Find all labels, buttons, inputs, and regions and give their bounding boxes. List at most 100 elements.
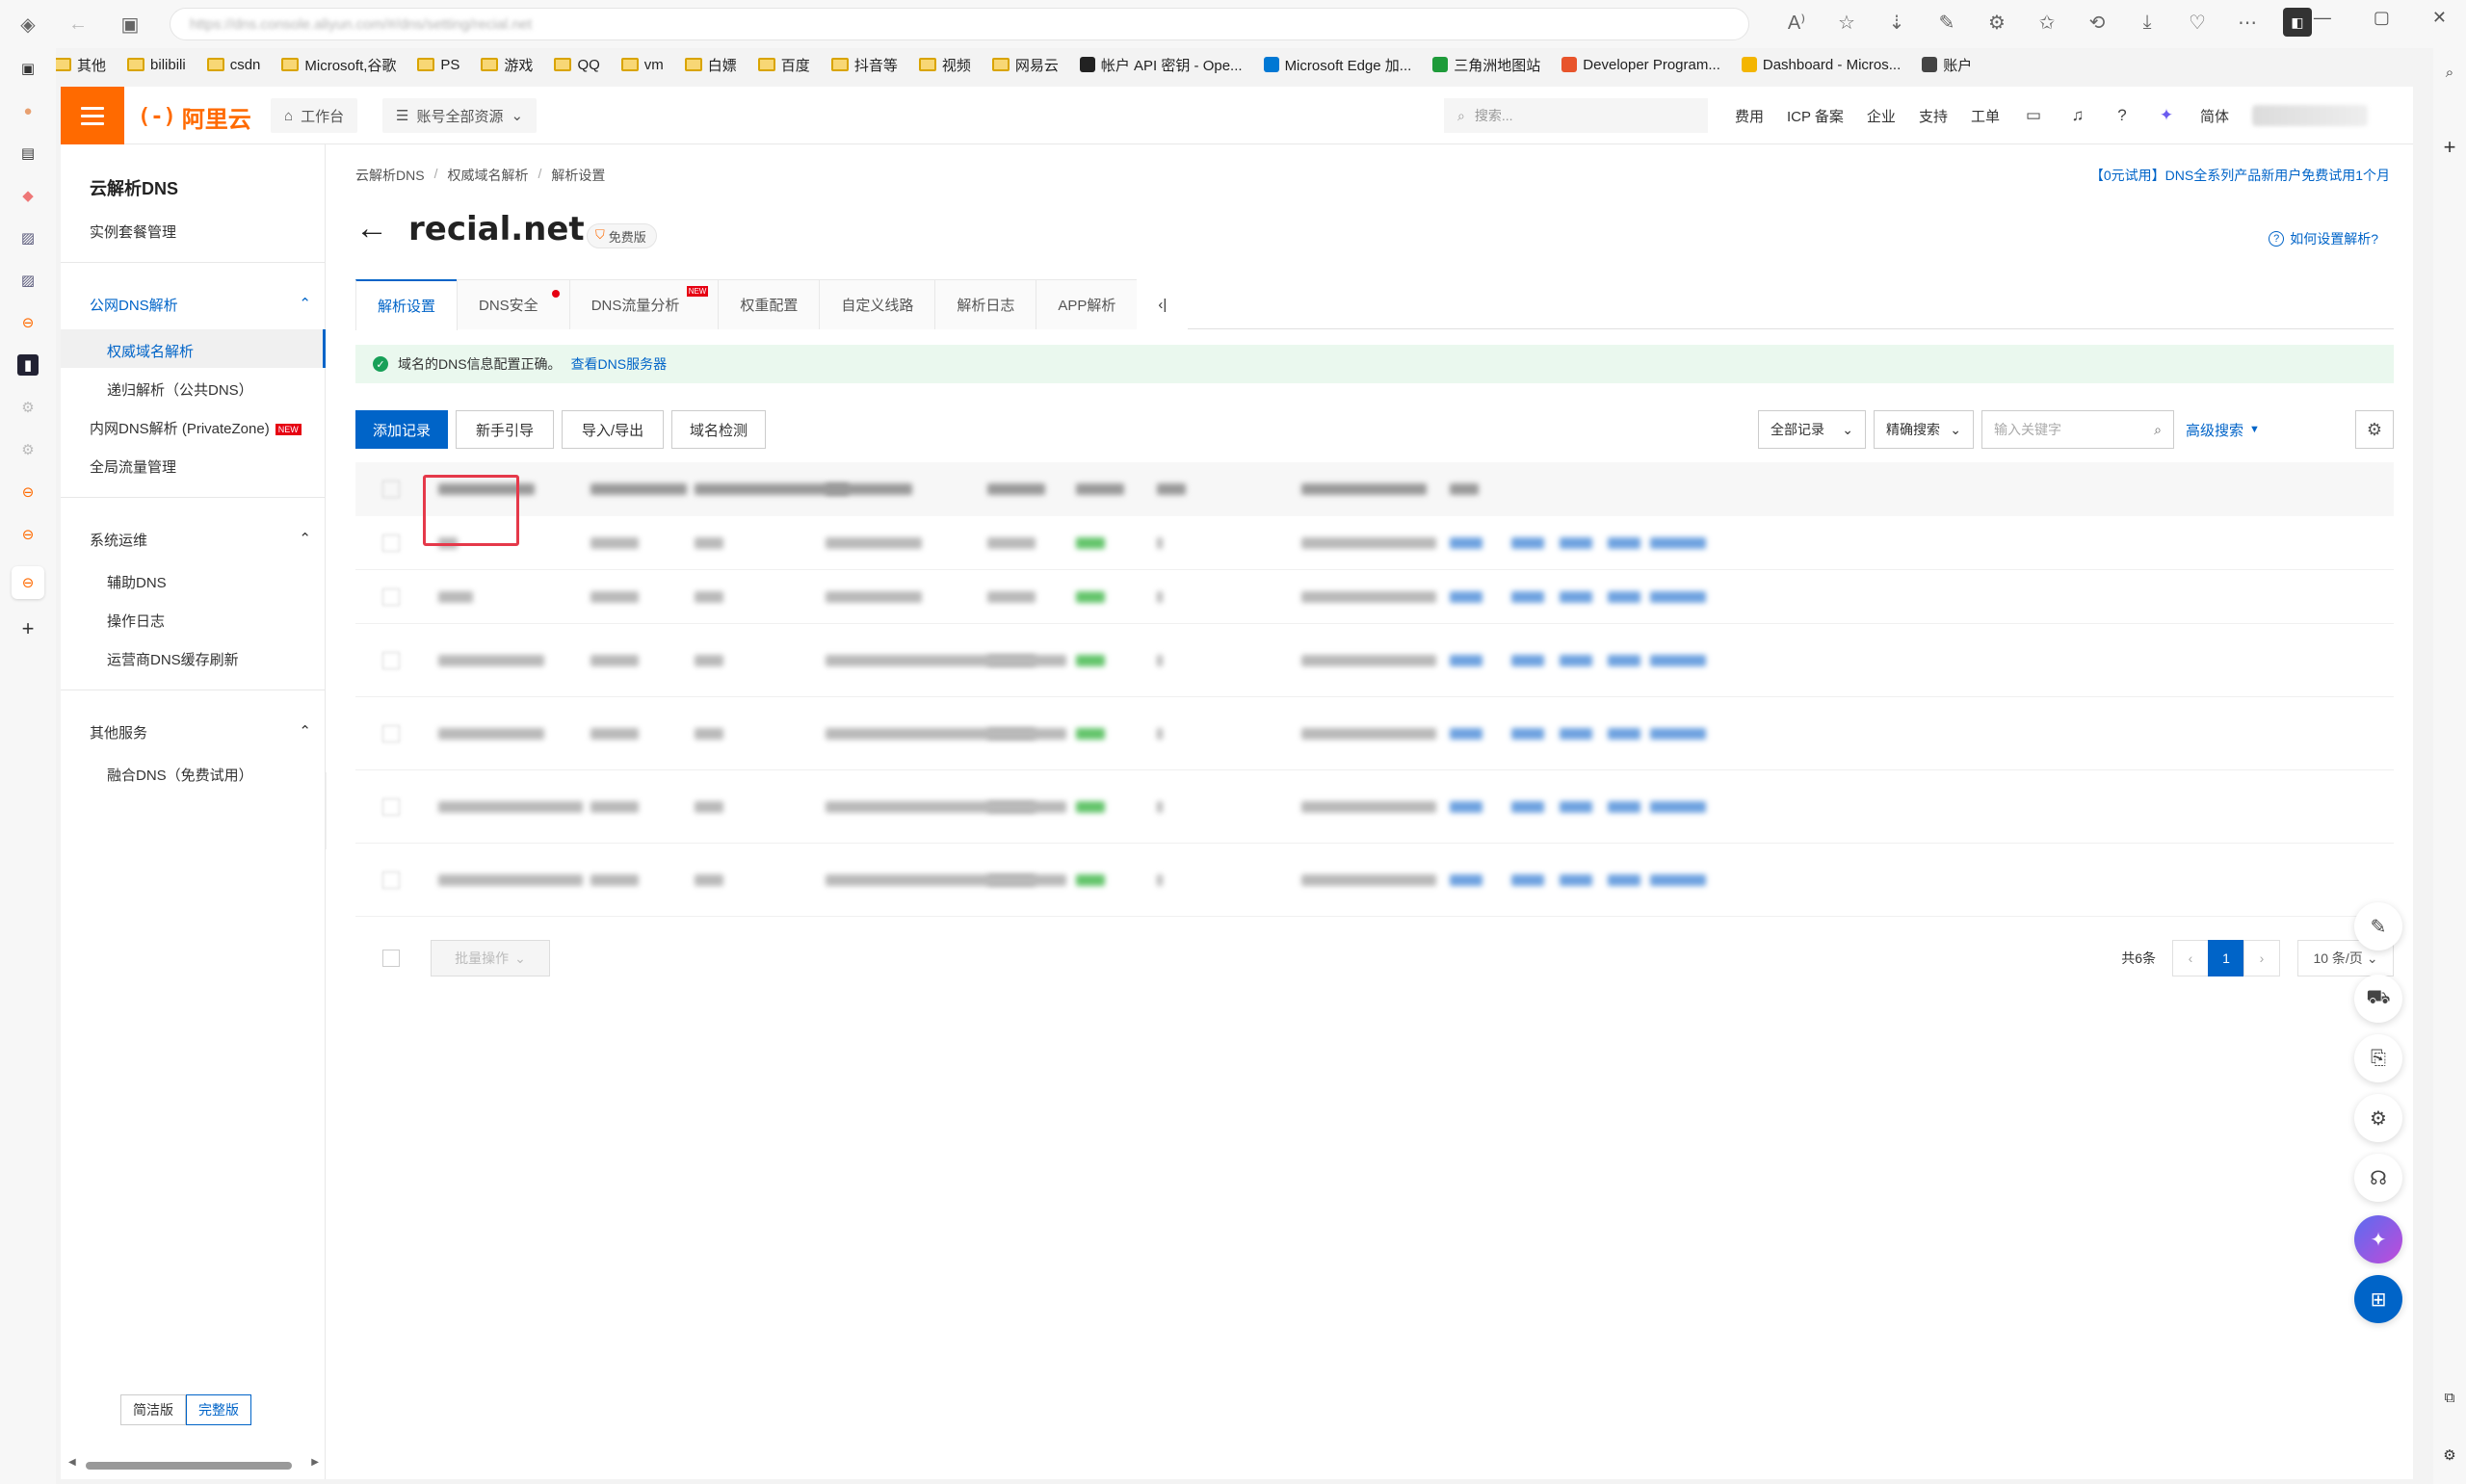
tab-weight-config[interactable]: 权重配置 <box>718 279 821 329</box>
row-checkbox[interactable] <box>382 725 400 742</box>
sidebar-toggle-icon[interactable]: ◧ <box>2283 8 2312 37</box>
bookmark-item[interactable]: bilibili <box>127 57 186 73</box>
bookmark-item[interactable]: 抖音等 <box>830 55 898 75</box>
redacted-action-link[interactable] <box>1650 591 1706 603</box>
redacted-action-link[interactable] <box>1511 591 1544 603</box>
bookmark-item[interactable]: 三角洲地图站 <box>1432 55 1540 75</box>
redacted-action-link[interactable] <box>1650 537 1706 549</box>
row-checkbox[interactable] <box>382 652 400 669</box>
tab-favicon-icon[interactable]: ● <box>17 100 39 121</box>
bookmark-item[interactable]: csdn <box>206 57 260 73</box>
tab-custom-line[interactable]: 自定义线路 <box>819 279 936 329</box>
guide-button[interactable]: 新手引导 <box>456 410 554 449</box>
tab-favicon-icon[interactable]: ▨ <box>17 227 39 248</box>
howto-link[interactable]: ? 如何设置解析? <box>2269 229 2378 248</box>
bookmark-item[interactable]: 视频 <box>918 55 971 75</box>
redacted-action-link[interactable] <box>1450 801 1482 813</box>
redacted-action-link[interactable] <box>1650 728 1706 740</box>
select-all-checkbox[interactable] <box>382 950 400 967</box>
redacted-action-link[interactable] <box>1608 655 1640 666</box>
sidebar-group-other[interactable]: 其他服务 ⌃ <box>90 722 311 742</box>
sidebar-item-fusion-dns[interactable]: 融合DNS（免费试用） <box>107 765 253 785</box>
redacted-action-link[interactable] <box>1560 655 1592 666</box>
tab-document-icon[interactable]: ▤ <box>17 143 39 164</box>
promo-link[interactable]: 【0元试用】DNS全系列产品新用户免费试用1个月 <box>2090 166 2390 185</box>
search-mode-select[interactable]: 精确搜索 ⌄ <box>1874 410 1974 449</box>
favorite-star-icon[interactable]: ☆ <box>1832 8 1861 37</box>
close-icon[interactable]: ✕ <box>2432 8 2447 28</box>
bookmark-item[interactable]: 帐户 API 密钥 - Ope... <box>1079 55 1243 75</box>
redacted-action-link[interactable] <box>1450 728 1482 740</box>
redacted-action-link[interactable] <box>1560 591 1592 603</box>
language-switch[interactable]: 简体 <box>2200 106 2229 126</box>
redacted-action-link[interactable] <box>1511 655 1544 666</box>
bell-icon[interactable]: ♫ <box>2067 105 2088 126</box>
redacted-action-link[interactable] <box>1560 728 1592 740</box>
bookmark-item[interactable]: 其他 <box>54 55 106 75</box>
keyword-input[interactable]: 输入关键字 ⌕ <box>1981 410 2174 449</box>
favorites-icon[interactable]: ✩ <box>2033 8 2061 37</box>
redacted-action-link[interactable] <box>1650 801 1706 813</box>
tab-resolve-log[interactable]: 解析日志 <box>934 279 1037 329</box>
redacted-action-link[interactable] <box>1608 591 1640 603</box>
tab-aliyun-icon[interactable]: ⊖ <box>17 482 39 503</box>
header-checkbox[interactable] <box>382 481 400 498</box>
tabs-panel-icon[interactable]: ▣ <box>17 58 39 79</box>
sidebar-scrollbar[interactable]: ◀ ▶ <box>68 1457 319 1470</box>
sidebar-item-op-log[interactable]: 操作日志 <box>107 611 165 631</box>
read-aloud-icon[interactable]: A⁾ <box>1782 8 1811 37</box>
next-page-icon[interactable]: › <box>2243 940 2280 976</box>
tab-gear-icon[interactable]: ⚙ <box>17 397 39 418</box>
headset-icon[interactable]: ☊ <box>2354 1154 2402 1202</box>
redacted-action-link[interactable] <box>1608 874 1640 886</box>
tab-dns-traffic[interactable]: DNS流量分析 NEW <box>568 279 720 329</box>
sidebar-group-public-dns[interactable]: 公网DNS解析 ⌃ <box>90 295 311 315</box>
search-icon[interactable]: ⌕ <box>2439 62 2460 83</box>
extensions-puzzle-icon[interactable]: ⚙ <box>1982 8 2011 37</box>
back-icon[interactable]: ← <box>64 10 92 39</box>
sidebar-item-private-zone[interactable]: 内网DNS解析 (PrivateZone) NEW <box>90 418 302 438</box>
bookmark-item[interactable]: 白嫖 <box>684 55 737 75</box>
redacted-action-link[interactable] <box>1450 655 1482 666</box>
nav-link-support[interactable]: 支持 <box>1919 106 1948 126</box>
row-checkbox[interactable] <box>382 872 400 889</box>
redacted-action-link[interactable] <box>1511 728 1544 740</box>
table-settings-gear-icon[interactable]: ⚙ <box>2355 410 2394 449</box>
redacted-action-link[interactable] <box>1450 591 1482 603</box>
aliyun-logo[interactable]: (-) 阿里云 <box>138 100 251 134</box>
redacted-action-link[interactable] <box>1608 801 1640 813</box>
sidebar-item-recursive[interactable]: 递归解析（公共DNS） <box>107 379 253 400</box>
back-arrow-icon[interactable]: ← <box>355 210 388 247</box>
assistant-icon[interactable]: ✦ <box>2156 105 2177 126</box>
sidebar-item-instance[interactable]: 实例套餐管理 <box>90 221 176 242</box>
user-avatar[interactable] <box>2251 105 2368 126</box>
sidebar-item-global-traffic[interactable]: 全局流量管理 <box>90 456 176 477</box>
tab-actions-icon[interactable]: ▣ <box>116 10 144 39</box>
maximize-icon[interactable]: ▢ <box>2374 8 2390 28</box>
profile-icon[interactable]: ◈ <box>13 10 42 39</box>
bulk-ops-button[interactable]: 批量操作 ⌄ <box>431 940 550 976</box>
redacted-action-link[interactable] <box>1560 874 1592 886</box>
sidebar-group-ops[interactable]: 系统运维 ⌃ <box>90 530 311 550</box>
redacted-action-link[interactable] <box>1560 801 1592 813</box>
redacted-action-link[interactable] <box>1608 537 1640 549</box>
tab-app-resolve[interactable]: APP解析 <box>1036 279 1139 329</box>
apps-grid-icon[interactable]: ⊞ <box>2354 1275 2402 1323</box>
prev-page-icon[interactable]: ‹ <box>2172 940 2209 976</box>
download-arrow-icon[interactable]: ⇣ <box>1882 8 1911 37</box>
bookmark-item[interactable]: Microsoft Edge 加... <box>1263 55 1411 75</box>
help-icon[interactable]: ? <box>2112 105 2133 126</box>
tab-favicon-icon[interactable]: ▮ <box>17 354 39 376</box>
redacted-action-link[interactable] <box>1608 728 1640 740</box>
bookmark-item[interactable]: QQ <box>554 57 600 73</box>
redacted-action-link[interactable] <box>1650 874 1706 886</box>
domain-check-button[interactable]: 域名检测 <box>671 410 766 449</box>
add-record-button[interactable]: 添加记录 <box>355 410 448 449</box>
settings-gear-icon[interactable]: ⚙ <box>2354 1094 2402 1142</box>
redacted-action-link[interactable] <box>1511 874 1544 886</box>
menu-hamburger-icon[interactable] <box>61 87 124 144</box>
browser-essentials-icon[interactable]: ♡ <box>2183 8 2212 37</box>
bookmark-item[interactable]: 网易云 <box>991 55 1059 75</box>
workbench-button[interactable]: ⌂ 工作台 <box>271 98 358 133</box>
breadcrumb-item[interactable]: 云解析DNS <box>355 166 425 185</box>
